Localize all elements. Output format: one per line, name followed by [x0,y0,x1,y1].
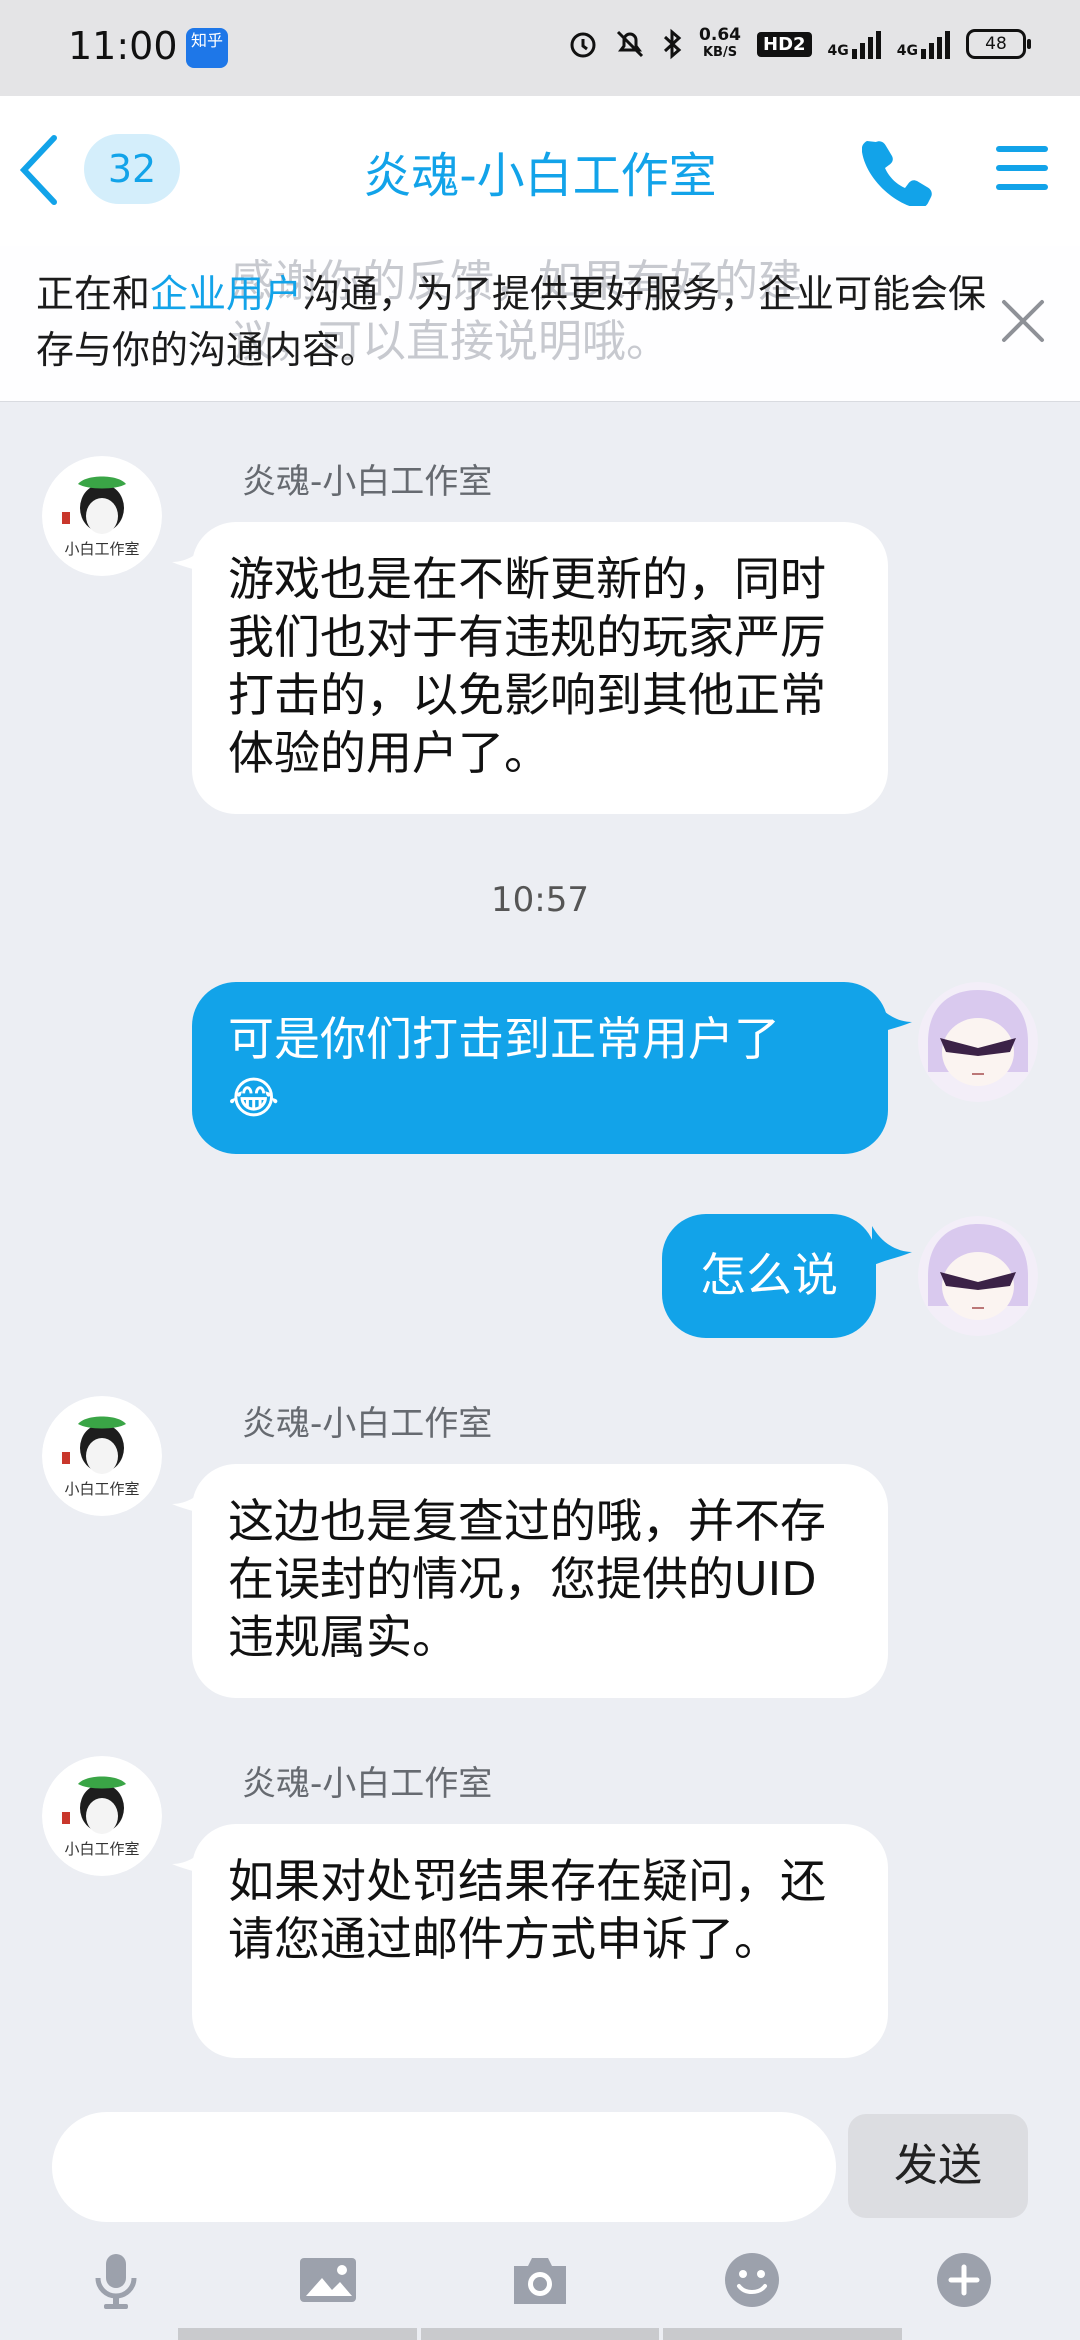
chat-header: 32 炎魂-小白工作室 [0,96,1080,246]
chat-toolbar [0,2238,1080,2318]
avatar-caption: 小白工作室 [64,1480,139,1498]
message-timestamp: 10:57 [491,880,589,920]
message-input[interactable] [52,2112,836,2222]
message-sender: 炎魂-小白工作室 [242,462,493,502]
enterprise-notice-banner: 感谢你的反馈，如果有好的建议，可以直接说明哦。 正在和企业用户沟通，为了提供更好… [0,246,1080,402]
panda-avatar-icon: 小白工作室 [42,1756,162,1876]
microphone-icon[interactable] [86,2250,146,2310]
message-bubble-outgoing[interactable]: 可是你们打击到正常用户了 😂 [192,982,888,1154]
close-icon[interactable] [998,296,1048,346]
hd-voice-icon: HD2 [757,31,812,57]
send-button[interactable]: 发送 [848,2114,1028,2218]
network-speed-value: 0.64 [699,25,741,45]
message-sender: 炎魂-小白工作室 [242,1404,493,1444]
gesture-nav-bar[interactable] [178,2328,903,2340]
back-arrow-icon[interactable] [16,132,64,208]
network-speed: 0.64 KB/S [699,26,741,62]
avatar-caption: 小白工作室 [64,1840,139,1858]
message-bubble-incoming[interactable]: 如果对处罚结果存在疑问，还请您通过邮件方式申诉了。 [192,1824,888,2058]
user-avatar[interactable] [918,982,1038,1102]
enterprise-user-link[interactable]: 企业用户 [150,272,302,316]
signal-type-1: 4G [827,43,849,59]
chat-title: 炎魂-小白工作室 [363,148,717,204]
message-bubble-incoming[interactable]: 这边也是复查过的哦，并不存在误封的情况，您提供的UID违规属实。 [192,1464,888,1698]
notice-prefix: 正在和 [36,272,151,316]
image-icon[interactable] [298,2250,358,2310]
signal-strength-1: 4G [828,29,881,59]
camera-icon[interactable] [510,2250,570,2310]
status-icons: 0.64 KB/S HD2 4G 4G 48 [567,26,1031,62]
studio-avatar[interactable]: 小白工作室 [42,1756,162,1876]
zhihu-app-icon: 知乎 [186,28,228,68]
phone-call-icon[interactable] [862,136,932,206]
signal-type-2: 4G [896,43,918,59]
avatar-caption: 小白工作室 [64,540,139,558]
status-bar: 11:00 知乎 0.64 KB/S HD2 4G 4G 48 [0,0,1080,96]
status-time: 11:00 [68,24,178,68]
panda-avatar-icon: 小白工作室 [42,1396,162,1516]
signal-strength-2: 4G [897,29,950,59]
emoji-laugh: 😂 [228,1073,280,1124]
unread-count-badge[interactable]: 32 [84,134,180,204]
message-bubble-outgoing[interactable]: 怎么说 [662,1214,876,1338]
anime-girl-avatar-icon [918,982,1038,1102]
anime-girl-avatar-icon [918,1216,1038,1336]
plus-icon[interactable] [934,2250,994,2310]
studio-avatar[interactable]: 小白工作室 [42,1396,162,1516]
message-bubble-incoming[interactable]: 游戏也是在不断更新的，同时我们也对于有违规的玩家严厉打击的，以免影响到其他正常体… [192,522,888,814]
bluetooth-icon [664,28,682,60]
battery-icon: 48 [966,29,1031,59]
alarm-icon [570,32,596,58]
panda-avatar-icon: 小白工作室 [42,456,162,576]
mute-icon [616,30,644,58]
message-sender: 炎魂-小白工作室 [242,1764,493,1804]
emoji-icon[interactable] [722,2250,782,2310]
menu-icon[interactable] [994,142,1050,194]
bubble-tail [872,1226,912,1266]
bubble-tail [872,996,912,1036]
studio-avatar[interactable]: 小白工作室 [42,456,162,576]
message-text: 可是你们打击到正常用户了 [228,1012,780,1066]
network-speed-unit: KB/S [702,45,738,60]
user-avatar[interactable] [918,1216,1038,1336]
notice-text: 正在和企业用户沟通，为了提供更好服务，企业可能会保存与你的沟通内容。 [36,266,996,378]
